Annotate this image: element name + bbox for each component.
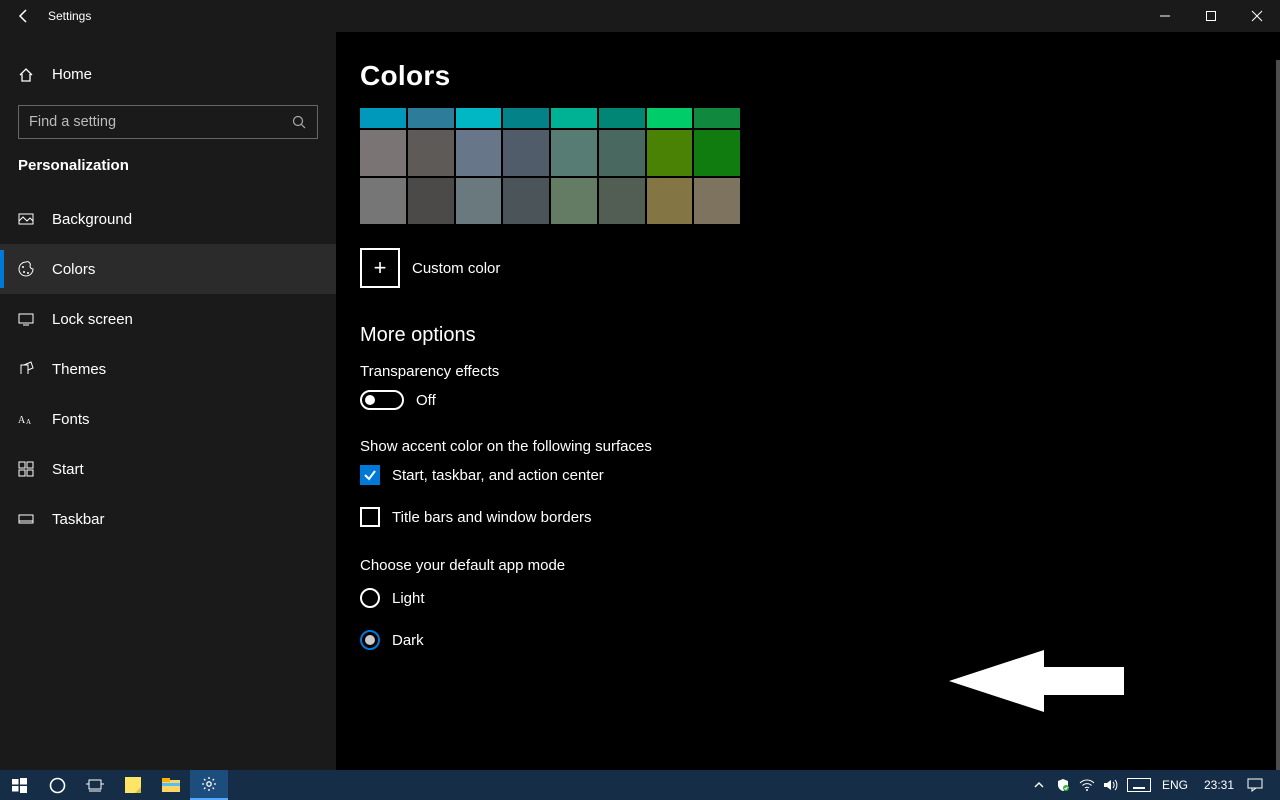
nav-label: Colors bbox=[52, 261, 95, 278]
task-view-button[interactable] bbox=[76, 770, 114, 800]
checkbox-title-label: Title bars and window borders bbox=[392, 509, 592, 526]
nav-taskbar[interactable]: Taskbar bbox=[0, 494, 336, 544]
tray-action-center-icon[interactable] bbox=[1246, 776, 1264, 794]
lock-screen-icon bbox=[18, 311, 34, 327]
color-swatch[interactable] bbox=[599, 130, 645, 176]
tray-clock[interactable]: 23:31 bbox=[1198, 778, 1240, 792]
color-swatch[interactable] bbox=[408, 108, 454, 128]
taskbar-app-file-explorer[interactable] bbox=[152, 770, 190, 800]
svg-text:A: A bbox=[18, 415, 26, 426]
color-swatch-grid bbox=[360, 108, 740, 224]
color-swatch[interactable] bbox=[551, 108, 597, 128]
color-swatch[interactable] bbox=[408, 130, 454, 176]
taskbar-icon bbox=[18, 511, 34, 527]
radio-light[interactable] bbox=[360, 588, 380, 608]
background-icon bbox=[18, 211, 34, 227]
color-swatch[interactable] bbox=[551, 130, 597, 176]
back-icon[interactable] bbox=[16, 8, 32, 24]
tray-chevron-up-icon[interactable] bbox=[1030, 776, 1048, 794]
checkbox-start-taskbar[interactable] bbox=[360, 465, 380, 485]
tray-volume-icon[interactable] bbox=[1102, 776, 1120, 794]
window-title: Settings bbox=[48, 9, 91, 23]
annotation-arrow bbox=[949, 650, 1124, 712]
nav-label: Lock screen bbox=[52, 311, 133, 328]
nav-label: Background bbox=[52, 211, 132, 228]
nav-start[interactable]: Start bbox=[0, 444, 336, 494]
tray-keyboard-icon[interactable] bbox=[1126, 776, 1152, 794]
scrollbar[interactable] bbox=[1276, 60, 1280, 770]
search-input-wrapper[interactable] bbox=[18, 105, 318, 139]
page-title: Colors bbox=[360, 60, 1280, 92]
color-swatch[interactable] bbox=[360, 130, 406, 176]
start-button[interactable] bbox=[0, 770, 38, 800]
color-swatch[interactable] bbox=[694, 108, 740, 128]
radio-dark[interactable] bbox=[360, 630, 380, 650]
nav-lock-screen[interactable]: Lock screen bbox=[0, 294, 336, 344]
transparency-toggle[interactable] bbox=[360, 390, 404, 410]
custom-color-label: Custom color bbox=[412, 260, 500, 277]
transparency-label: Transparency effects bbox=[360, 363, 1280, 380]
color-swatch[interactable] bbox=[456, 108, 502, 128]
radio-dark-label: Dark bbox=[392, 632, 424, 649]
more-options-heading: More options bbox=[360, 324, 1280, 347]
show-desktop-button[interactable] bbox=[1270, 770, 1276, 800]
cortana-button[interactable] bbox=[38, 770, 76, 800]
nav-label: Start bbox=[52, 461, 84, 478]
accent-surfaces-label: Show accent color on the following surfa… bbox=[360, 438, 1280, 455]
color-swatch[interactable] bbox=[694, 130, 740, 176]
color-swatch[interactable] bbox=[599, 178, 645, 224]
nav-background[interactable]: Background bbox=[0, 194, 336, 244]
color-swatch[interactable] bbox=[647, 178, 693, 224]
color-swatch[interactable] bbox=[408, 178, 454, 224]
color-swatch[interactable] bbox=[503, 108, 549, 128]
sidebar: Home Personalization Background bbox=[0, 32, 336, 770]
nav-label: Themes bbox=[52, 361, 106, 378]
category-title: Personalization bbox=[0, 157, 336, 194]
content-area: Colors + Custom color More options Trans… bbox=[336, 32, 1280, 770]
color-swatch[interactable] bbox=[456, 178, 502, 224]
themes-icon bbox=[18, 361, 34, 377]
home-link[interactable]: Home bbox=[0, 56, 336, 93]
tray-security-icon[interactable] bbox=[1054, 776, 1072, 794]
app-mode-label: Choose your default app mode bbox=[360, 557, 1280, 574]
nav-themes[interactable]: Themes bbox=[0, 344, 336, 394]
nav-colors[interactable]: Colors bbox=[0, 244, 336, 294]
colors-icon bbox=[18, 261, 34, 277]
maximize-button[interactable] bbox=[1188, 0, 1234, 32]
checkbox-start-label: Start, taskbar, and action center bbox=[392, 467, 604, 484]
transparency-state: Off bbox=[416, 392, 436, 409]
search-input[interactable] bbox=[29, 114, 291, 130]
color-swatch[interactable] bbox=[599, 108, 645, 128]
home-icon bbox=[18, 67, 34, 83]
close-button[interactable] bbox=[1234, 0, 1280, 32]
taskbar-app-sticky-notes[interactable] bbox=[114, 770, 152, 800]
home-label: Home bbox=[52, 66, 92, 83]
color-swatch[interactable] bbox=[503, 130, 549, 176]
svg-text:A: A bbox=[26, 418, 31, 426]
titlebar: Settings bbox=[0, 0, 1280, 32]
taskbar: ENG 23:31 bbox=[0, 770, 1280, 800]
plus-icon: + bbox=[360, 248, 400, 288]
radio-light-label: Light bbox=[392, 590, 425, 607]
custom-color-row[interactable]: + Custom color bbox=[360, 248, 1280, 288]
color-swatch[interactable] bbox=[456, 130, 502, 176]
taskbar-app-settings[interactable] bbox=[190, 770, 228, 800]
color-swatch[interactable] bbox=[551, 178, 597, 224]
start-icon bbox=[18, 461, 34, 477]
nav-fonts[interactable]: AA Fonts bbox=[0, 394, 336, 444]
color-swatch[interactable] bbox=[647, 108, 693, 128]
color-swatch[interactable] bbox=[360, 178, 406, 224]
tray-language[interactable]: ENG bbox=[1158, 778, 1192, 792]
fonts-icon: AA bbox=[18, 411, 34, 427]
minimize-button[interactable] bbox=[1142, 0, 1188, 32]
color-swatch[interactable] bbox=[503, 178, 549, 224]
tray-wifi-icon[interactable] bbox=[1078, 776, 1096, 794]
color-swatch[interactable] bbox=[647, 130, 693, 176]
search-icon bbox=[291, 114, 307, 130]
color-swatch[interactable] bbox=[694, 178, 740, 224]
nav-label: Fonts bbox=[52, 411, 90, 428]
nav-label: Taskbar bbox=[52, 511, 105, 528]
checkbox-title-bars[interactable] bbox=[360, 507, 380, 527]
color-swatch[interactable] bbox=[360, 108, 406, 128]
